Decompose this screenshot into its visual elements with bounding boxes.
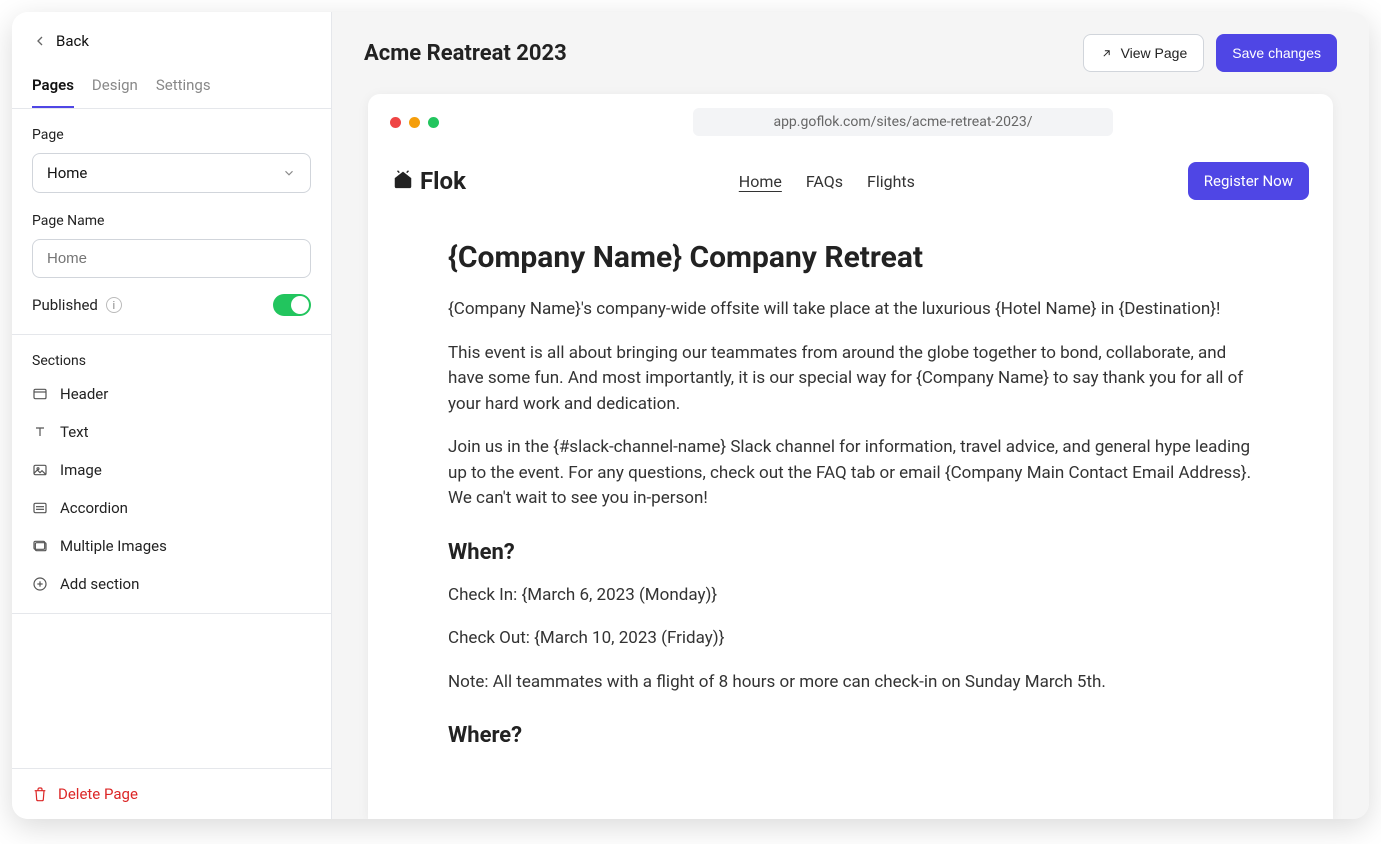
register-button[interactable]: Register Now (1188, 162, 1309, 200)
nav-links: Home FAQs Flights (739, 172, 915, 191)
image-icon (32, 462, 48, 478)
trash-icon (32, 786, 48, 802)
site-nav: Flok Home FAQs Flights Register Now (368, 150, 1333, 212)
house-icon (392, 168, 414, 194)
page-name-input[interactable] (32, 239, 311, 278)
main-area: Acme Reatreat 2023 View Page Save change… (332, 12, 1369, 819)
logo-text: Flok (420, 167, 466, 195)
dot-red (390, 117, 401, 128)
back-label: Back (56, 32, 89, 50)
content-paragraph: This event is all about bringing our tea… (448, 341, 1253, 418)
sections-heading: Sections (12, 335, 331, 375)
nav-faqs[interactable]: FAQs (806, 172, 843, 191)
dot-green (428, 117, 439, 128)
section-item-label: Image (60, 461, 102, 479)
topbar: Acme Reatreat 2023 View Page Save change… (332, 12, 1369, 94)
page-title: Acme Reatreat 2023 (364, 41, 567, 66)
section-item-label: Text (60, 423, 89, 441)
app-window: Back Pages Design Settings Page Home Pag… (12, 12, 1369, 819)
nav-flights[interactable]: Flights (867, 172, 915, 191)
section-item-label: Add section (60, 575, 139, 593)
text-icon (32, 424, 48, 440)
content-paragraph: {Company Name}'s company-wide offsite wi… (448, 297, 1253, 323)
where-heading: Where? (448, 723, 1253, 748)
page-name-label: Page Name (32, 213, 311, 229)
tab-design[interactable]: Design (92, 64, 138, 108)
back-button[interactable]: Back (12, 12, 331, 64)
plus-circle-icon (32, 576, 48, 592)
window-dots (390, 117, 439, 128)
arrow-left-icon (32, 33, 48, 49)
add-section-button[interactable]: Add section (22, 565, 321, 603)
published-left: Published i (32, 296, 122, 314)
section-item-accordion[interactable]: Accordion (22, 489, 321, 527)
content-paragraph: Check In: {March 6, 2023 (Monday)} (448, 583, 1253, 609)
section-item-label: Accordion (60, 499, 128, 517)
section-item-image[interactable]: Image (22, 451, 321, 489)
tab-settings[interactable]: Settings (156, 64, 211, 108)
section-list: Header Text Image Accordion Multiple Ima… (12, 375, 331, 603)
browser-preview: app.goflok.com/sites/acme-retreat-2023/ … (368, 94, 1333, 819)
page-config-block: Page Home Page Name Published i (12, 109, 331, 335)
external-link-icon (1100, 47, 1113, 60)
delete-page-label: Delete Page (58, 785, 138, 803)
sidebar: Back Pages Design Settings Page Home Pag… (12, 12, 332, 819)
accordion-icon (32, 500, 48, 516)
page-label: Page (32, 127, 311, 143)
site-logo[interactable]: Flok (392, 167, 466, 195)
top-actions: View Page Save changes (1083, 34, 1337, 72)
section-item-label: Header (60, 385, 108, 403)
content-paragraph: Join us in the {#slack-channel-name} Sla… (448, 435, 1253, 512)
published-toggle[interactable] (273, 294, 311, 316)
nav-home[interactable]: Home (739, 172, 782, 191)
save-changes-button[interactable]: Save changes (1216, 34, 1337, 72)
header-icon (32, 386, 48, 402)
section-item-header[interactable]: Header (22, 375, 321, 413)
section-item-text[interactable]: Text (22, 413, 321, 451)
page-select[interactable]: Home (32, 153, 311, 193)
section-item-multiple-images[interactable]: Multiple Images (22, 527, 321, 565)
url-bar: app.goflok.com/sites/acme-retreat-2023/ (693, 108, 1113, 136)
content-paragraph: Check Out: {March 10, 2023 (Friday)} (448, 626, 1253, 652)
view-page-label: View Page (1121, 45, 1188, 61)
section-item-label: Multiple Images (60, 537, 167, 555)
browser-bar: app.goflok.com/sites/acme-retreat-2023/ (368, 94, 1333, 150)
delete-page-button[interactable]: Delete Page (12, 768, 331, 819)
chevron-down-icon (282, 166, 296, 180)
multiple-images-icon (32, 538, 48, 554)
published-label: Published (32, 296, 98, 314)
published-row: Published i (32, 294, 311, 316)
content-heading: {Company Name} Company Retreat (448, 240, 1253, 275)
content-paragraph: Note: All teammates with a flight of 8 h… (448, 670, 1253, 696)
page-content: {Company Name} Company Retreat {Company … (368, 212, 1333, 766)
page-select-value: Home (47, 164, 87, 182)
tab-pages[interactable]: Pages (32, 64, 74, 108)
sidebar-tabs: Pages Design Settings (12, 64, 331, 109)
info-icon[interactable]: i (106, 297, 122, 313)
save-changes-label: Save changes (1232, 45, 1321, 61)
when-heading: When? (448, 540, 1253, 565)
dot-yellow (409, 117, 420, 128)
view-page-button[interactable]: View Page (1083, 34, 1205, 72)
